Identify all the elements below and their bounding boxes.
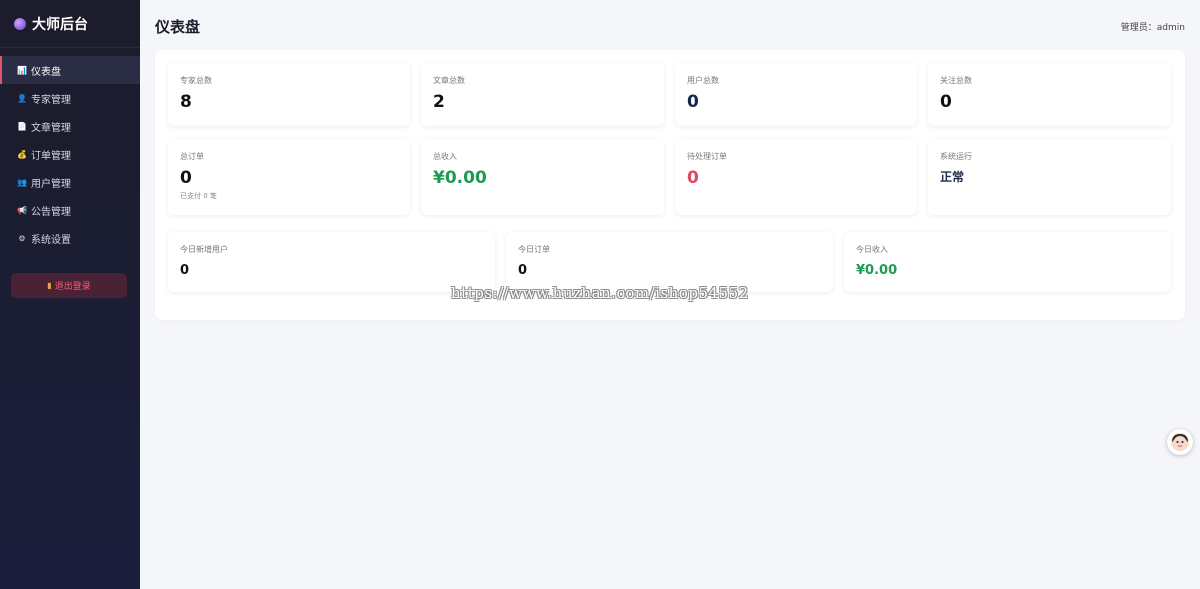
stat-card-revenue[interactable]: 总收入 ¥0.00 (421, 139, 664, 215)
avatar-icon (1171, 433, 1189, 451)
stat-label: 今日新增用户 (180, 245, 228, 254)
status-badge: 正常 (940, 170, 965, 184)
sidebar-item-label: 用户管理 (31, 178, 71, 190)
stat-label: 今日订单 (518, 245, 550, 254)
sidebar-item-experts[interactable]: 👤 专家管理 (0, 84, 140, 112)
sidebar-item-label: 文章管理 (31, 122, 71, 134)
sidebar-item-label: 仪表盘 (31, 66, 61, 78)
sidebar-item-dashboard[interactable]: 📊 仪表盘 (0, 56, 140, 84)
stat-value: 8 (180, 92, 192, 112)
stat-label: 文章总数 (433, 76, 465, 85)
door-icon: ▮ (47, 281, 52, 290)
stat-card-experts[interactable]: 专家总数 8 (168, 63, 410, 126)
megaphone-icon: 📢 (17, 205, 27, 215)
sidebar-item-users[interactable]: 👥 用户管理 (0, 168, 140, 196)
sidebar-item-label: 订单管理 (31, 150, 71, 162)
stat-value: ¥0.00 (433, 168, 487, 188)
sidebar-item-announcements[interactable]: 📢 公告管理 (0, 196, 140, 224)
document-icon: 📄 (17, 121, 27, 131)
stat-value: 2 (433, 92, 445, 112)
stat-value: ¥0.00 (856, 263, 898, 278)
logout-button[interactable]: ▮ 退出登录 (11, 273, 127, 298)
stat-label: 待处理订单 (687, 152, 727, 161)
sidebar-item-orders[interactable]: 💰 订单管理 (0, 140, 140, 168)
stat-label: 总订单 (180, 152, 204, 161)
sidebar-item-label: 专家管理 (31, 94, 71, 106)
sidebar-item-label: 公告管理 (31, 206, 71, 218)
bar-chart-icon: 📊 (17, 65, 27, 75)
stat-card-pending-orders[interactable]: 待处理订单 0 (675, 139, 917, 215)
gear-icon: ⚙ (18, 233, 26, 243)
crystal-ball-icon (14, 17, 26, 30)
stat-card-today-revenue[interactable]: 今日收入 ¥0.00 (844, 232, 1171, 292)
money-bag-icon: 💰 (17, 149, 27, 159)
stat-label: 关注总数 (940, 76, 972, 85)
sidebar-item-articles[interactable]: 📄 文章管理 (0, 112, 140, 140)
stat-value: 0 (180, 263, 190, 278)
stat-label: 系统运行 (940, 152, 972, 161)
stat-value: 0 (518, 263, 528, 278)
stat-card-users[interactable]: 用户总数 0 (675, 63, 917, 126)
watermark: https://www.huzhan.com/ishop54552 (451, 284, 749, 302)
stat-value: 0 (940, 92, 952, 112)
page-title: 仪表盘 (155, 18, 201, 36)
paid-orders-note: 已支付 0 笔 (180, 192, 217, 200)
sidebar-item-label: 系统设置 (31, 234, 71, 246)
sidebar-item-settings[interactable]: ⚙ 系统设置 (0, 224, 140, 252)
logout-label: 退出登录 (54, 282, 91, 292)
stat-card-today-users[interactable]: 今日新增用户 0 (168, 232, 495, 292)
brand[interactable]: 大师后台 (0, 0, 140, 48)
stat-card-today-orders[interactable]: 今日订单 0 (506, 232, 833, 292)
stat-value: 0 (180, 168, 192, 188)
sidebar: 大师后台 📊 仪表盘 👤 专家管理 📄 文章管理 💰 订单管理 👥 用户管理 📢… (0, 0, 140, 589)
stat-label: 用户总数 (687, 76, 719, 85)
dashboard-panel: 专家总数 8 文章总数 2 用户总数 0 关注总数 0 总订单 0 已支付 0 … (155, 50, 1185, 320)
users-icon: 👥 (17, 177, 27, 187)
support-avatar-button[interactable] (1167, 429, 1193, 455)
stat-card-follows[interactable]: 关注总数 0 (928, 63, 1171, 126)
stat-card-orders[interactable]: 总订单 0 已支付 0 笔 (168, 139, 410, 215)
stat-card-articles[interactable]: 文章总数 2 (421, 63, 664, 126)
stat-label: 今日收入 (856, 245, 888, 254)
brand-title: 大师后台 (32, 16, 88, 33)
person-icon: 👤 (17, 93, 27, 103)
stat-value: 0 (687, 92, 699, 112)
stat-label: 总收入 (433, 152, 457, 161)
stat-label: 专家总数 (180, 76, 212, 85)
admin-user-label: 管理员：admin (1120, 23, 1185, 33)
stat-value: 0 (687, 168, 699, 188)
sidebar-nav: 📊 仪表盘 👤 专家管理 📄 文章管理 💰 订单管理 👥 用户管理 📢 公告管理… (0, 56, 140, 252)
stat-card-system-status[interactable]: 系统运行 正常 (928, 139, 1171, 215)
